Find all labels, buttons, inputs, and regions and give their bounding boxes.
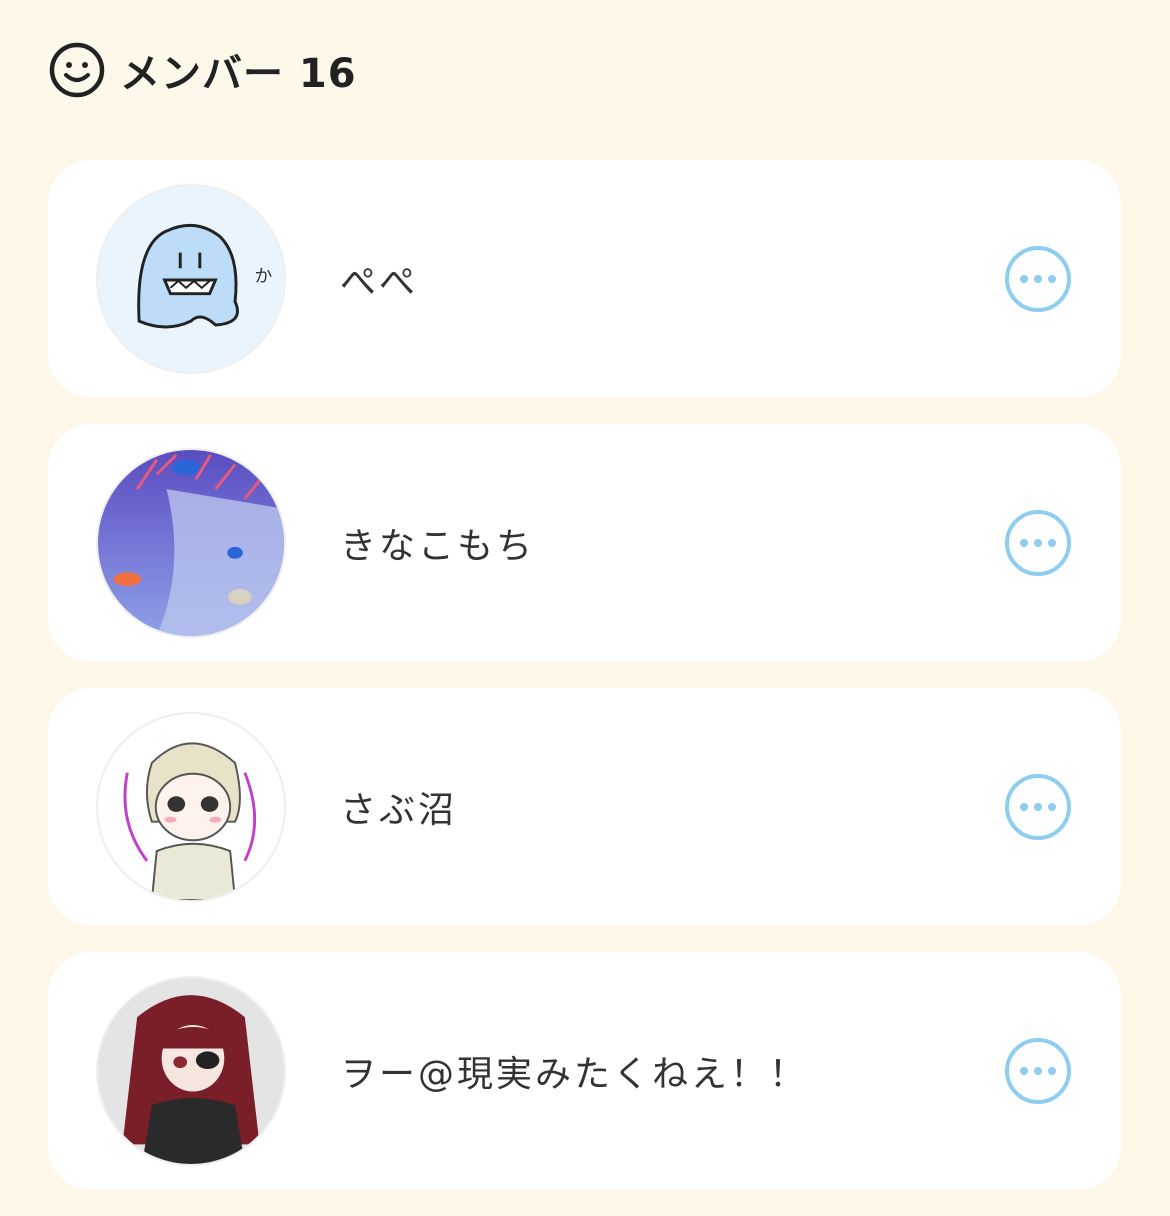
anime-girl-avatar[interactable] — [96, 712, 286, 902]
more-options-icon[interactable] — [1005, 774, 1071, 840]
more-options-icon[interactable] — [1005, 510, 1071, 576]
smile-icon — [49, 42, 105, 98]
ghost-avatar[interactable]: か — [96, 184, 286, 374]
members-header: メンバー 16 — [48, 40, 357, 100]
member-name: さぶ沼 — [340, 790, 458, 831]
more-options-icon[interactable] — [1005, 246, 1071, 312]
member-card[interactable]: さぶ沼 — [48, 688, 1121, 926]
aquarium-avatar[interactable] — [96, 448, 286, 638]
member-name: ヲー@現実みたくねえ！！ — [340, 1054, 809, 1095]
member-name: きなこもち — [340, 526, 536, 567]
member-card[interactable]: ヲー@現実みたくねえ！！ — [48, 952, 1121, 1190]
member-card[interactable]: きなこもち — [48, 424, 1121, 662]
members-title: メンバー 16 — [120, 51, 357, 97]
member-list: か ぺぺ きなこもち さぶ沼 ヲー@現実みたくねえ！！ — [48, 160, 1121, 1216]
red-hair-avatar[interactable] — [96, 976, 286, 1166]
member-card[interactable]: か ぺぺ — [48, 160, 1121, 398]
svg-text:か: か — [255, 267, 273, 287]
more-options-icon[interactable] — [1005, 1038, 1071, 1104]
member-name: ぺぺ — [340, 262, 419, 303]
